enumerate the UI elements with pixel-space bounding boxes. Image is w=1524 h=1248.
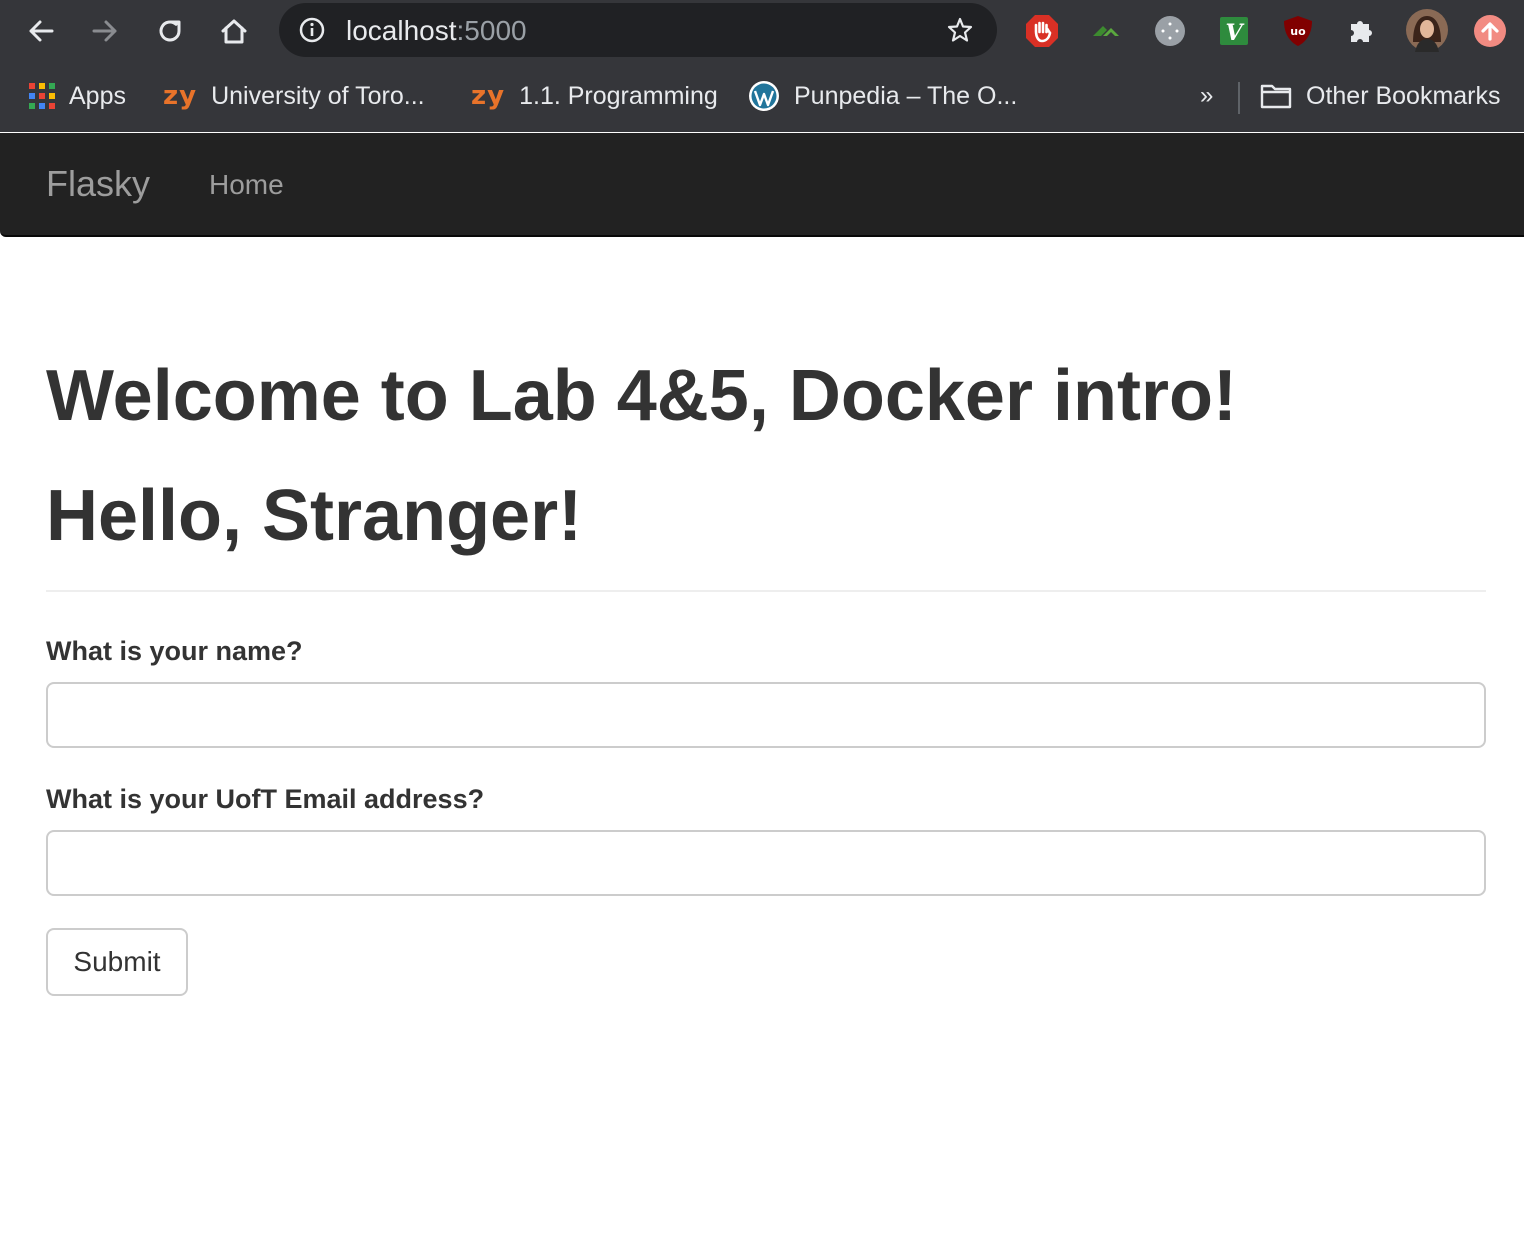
email-input[interactable] — [46, 830, 1486, 896]
forward-arrow-icon — [92, 20, 117, 42]
navbar-brand[interactable]: Flasky — [46, 163, 150, 205]
svg-text:V: V — [1225, 20, 1244, 46]
ublock-origin-icon[interactable]: uo — [1281, 14, 1315, 48]
submit-button[interactable]: Submit — [46, 928, 188, 996]
home-icon — [221, 19, 247, 44]
home-button[interactable] — [213, 10, 255, 52]
bookmarks-overflow-button[interactable]: » — [1200, 76, 1213, 116]
address-bar[interactable]: localhost:5000 — [279, 3, 997, 57]
page-heading: Welcome to Lab 4&5, Docker intro! — [46, 356, 1237, 436]
zybooks-icon: zy — [471, 81, 506, 111]
browser-toolbar: localhost:5000 V uo — [0, 0, 1524, 62]
greeting-heading: Hello, Stranger! — [46, 476, 583, 556]
update-icon[interactable] — [1473, 14, 1507, 48]
url-host: localhost — [346, 15, 457, 46]
bookmarks-bar: Apps zy University of Toro... zy 1.1. Pr… — [0, 62, 1524, 132]
back-arrow-icon — [29, 20, 54, 42]
divider — [46, 590, 1486, 592]
gray-circle-extension-icon[interactable] — [1153, 14, 1187, 48]
email-label: What is your UofT Email address? — [46, 784, 485, 814]
name-label: What is your name? — [46, 636, 303, 666]
svg-text:uo: uo — [1290, 25, 1306, 38]
bookmark-label: 1.1. Programming — [519, 81, 718, 110]
forward-button[interactable] — [84, 10, 126, 52]
bookmark-label: University of Toro... — [211, 81, 425, 110]
url-text: localhost:5000 — [346, 15, 527, 47]
folder-icon — [1260, 83, 1292, 109]
back-button[interactable] — [20, 10, 62, 52]
profile-avatar[interactable] — [1405, 8, 1449, 52]
apps-grid-icon — [29, 83, 55, 109]
bookmark-punpedia[interactable]: Punpedia – The O... — [748, 76, 1017, 116]
reload-button[interactable] — [149, 10, 191, 52]
info-icon[interactable] — [299, 17, 325, 43]
zybooks-icon: zy — [163, 81, 198, 111]
nav-link-home[interactable]: Home — [209, 169, 284, 201]
reload-icon — [159, 20, 181, 42]
bookmark-label: Punpedia – The O... — [794, 81, 1018, 110]
wordpress-icon — [748, 80, 780, 112]
bookmark-programming[interactable]: zy 1.1. Programming — [471, 76, 718, 116]
bookmark-star-icon[interactable] — [946, 16, 974, 44]
v-extension-icon[interactable]: V — [1217, 14, 1251, 48]
bookmark-university-of-toronto[interactable]: zy University of Toro... — [163, 76, 425, 116]
url-port: :5000 — [456, 15, 527, 46]
name-input[interactable] — [46, 682, 1486, 748]
other-bookmarks-label: Other Bookmarks — [1306, 81, 1501, 110]
bookmark-apps[interactable]: Apps — [29, 76, 126, 116]
bookmarks-separator — [1238, 82, 1240, 114]
other-bookmarks[interactable]: Other Bookmarks — [1260, 76, 1501, 116]
green-chevron-extension-icon[interactable] — [1089, 14, 1123, 48]
site-navbar: Flasky Home — [0, 133, 1524, 237]
bookmark-label: Apps — [69, 81, 126, 110]
stop-hand-extension-icon[interactable] — [1025, 14, 1059, 48]
puzzle-extensions-icon[interactable] — [1345, 14, 1379, 48]
